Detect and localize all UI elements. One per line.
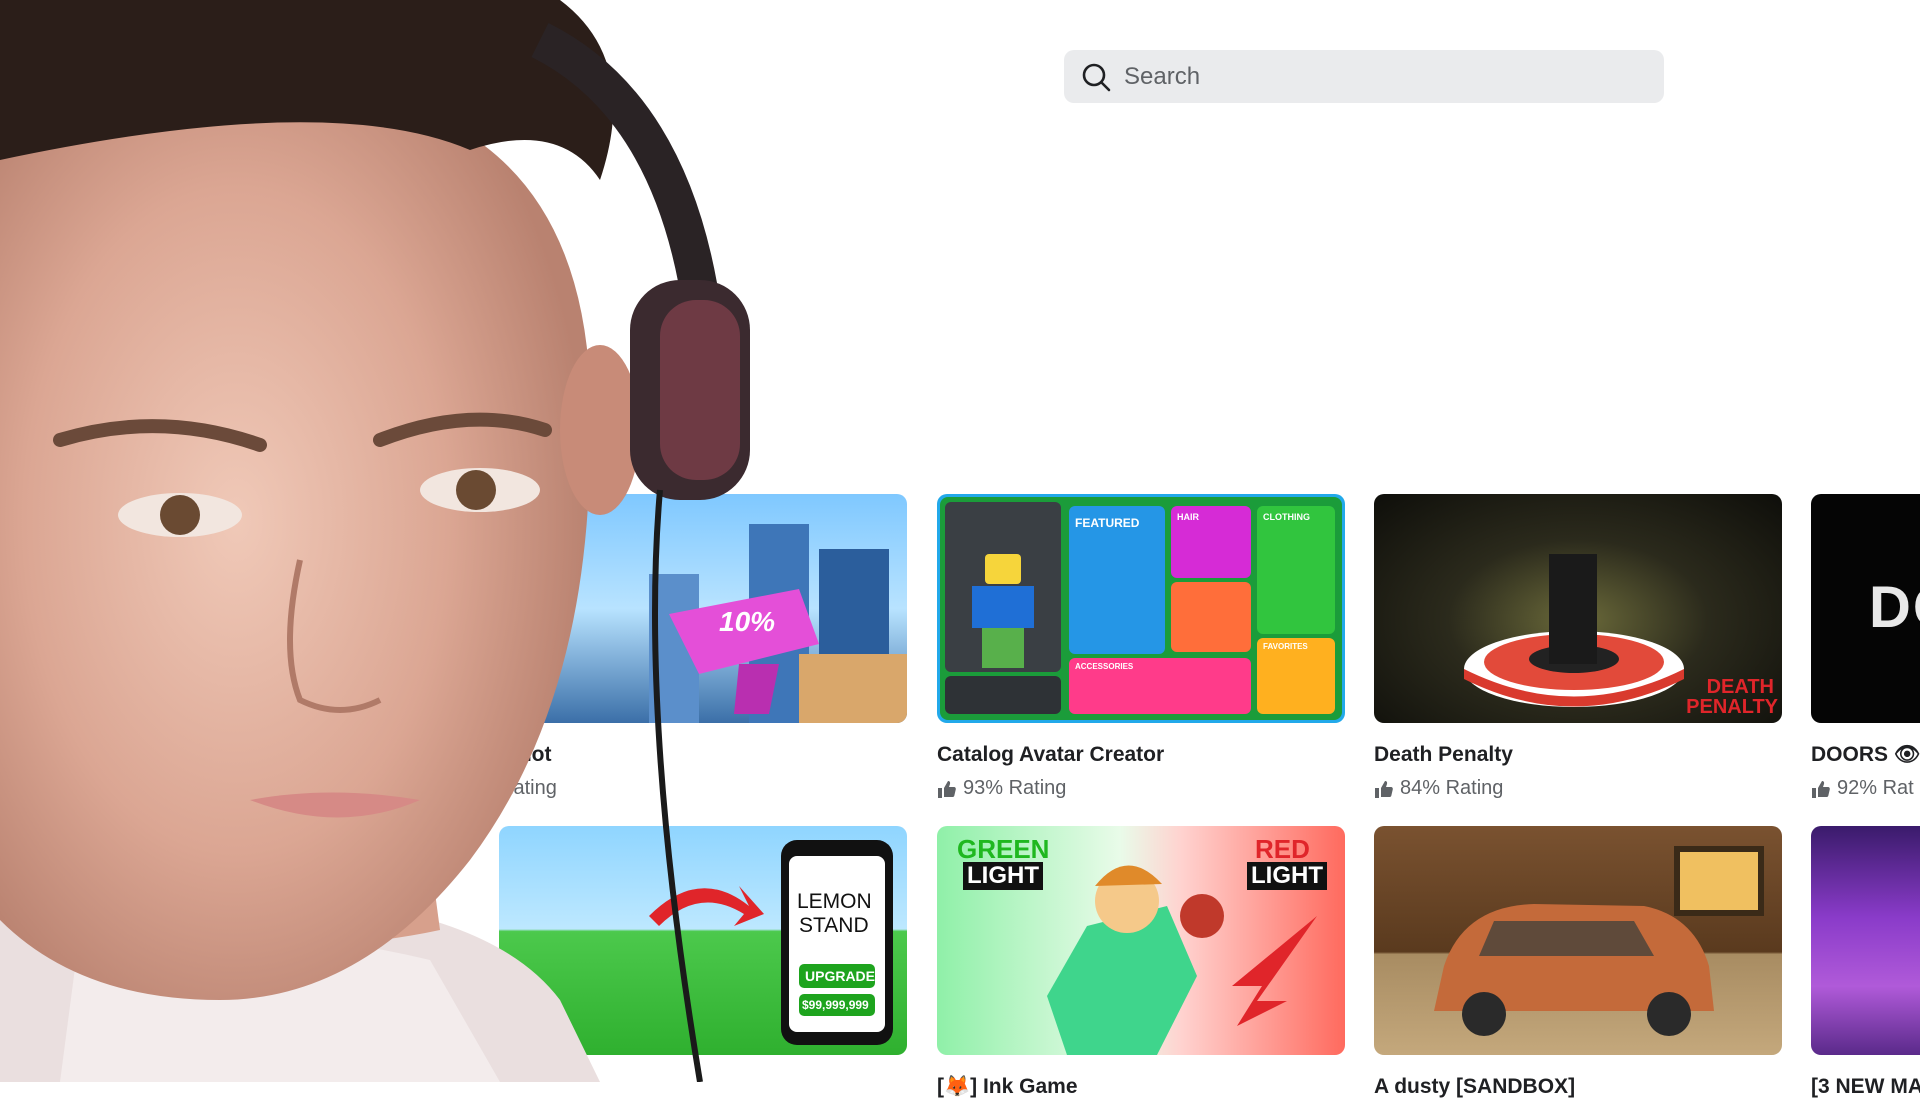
thumb-label: LEMON [797,890,872,913]
game-title[interactable]: rshot [499,743,907,767]
thumbs-up-icon [938,780,956,798]
game-card-doors[interactable]: DO DOORS 👁 92% Rat [1811,494,1920,800]
game-rating: 84% Rating [1374,777,1782,800]
thumbs-up-icon [1812,780,1830,798]
game-title[interactable]: Death Penalty [1374,743,1782,767]
game-thumbnail[interactable]: LEMON STAND UPGRADE $99,999,999 [499,826,907,1055]
game-thumbnail[interactable]: 10% [499,494,907,723]
thumb-label: ACCESSORIES [1075,662,1134,671]
game-rating: Rating [499,777,557,799]
game-card-death-penalty[interactable]: DEATH PENALTY Death Penalty 84% Rating [1374,494,1782,800]
thumb-label: DO [1869,575,1920,640]
thumb-label: UPGRADE [805,968,876,984]
game-thumbnail[interactable]: DO [1811,494,1920,723]
rivals-badge: 10% [719,606,776,637]
thumb-label: LIGHT [963,862,1043,890]
game-card-ink-game[interactable]: GREEN LIGHT RED LIGHT [🦊] Ink Game [937,826,1345,1099]
thumb-label: HAIR [1177,512,1199,522]
thumb-label: $99,999,999 [802,998,869,1012]
thumb-label: GREEN [957,834,1050,864]
thumb-label: LIGHT [1247,862,1327,890]
game-title[interactable]: DOORS 👁 [1811,743,1920,767]
game-thumbnail[interactable] [1811,826,1920,1055]
game-card-lemon-stand[interactable]: LEMON STAND UPGRADE $99,999,999 [499,826,907,1055]
game-title[interactable]: [🦊] Ink Game [937,1075,1345,1099]
game-thumbnail[interactable]: GREEN LIGHT RED LIGHT [937,826,1345,1055]
game-rating: 93% Rating [937,777,1345,800]
game-thumbnail[interactable]: DEATH PENALTY [1374,494,1782,723]
game-title[interactable]: A dusty [SANDBOX] [1374,1075,1782,1099]
game-rating: 92% Rat [1811,777,1920,800]
game-card-catalog-avatar-creator[interactable]: FEATURED HAIR CLOTHING ACCESSORIES FAVOR… [937,494,1345,800]
thumb-label: FEATURED [1075,516,1140,530]
thumb-label: FAVORITES [1263,642,1308,651]
thumb-label: RED [1255,834,1310,864]
thumb-label: STAND [799,914,869,937]
game-thumbnail[interactable] [1374,826,1782,1055]
game-title[interactable]: Catalog Avatar Creator [937,743,1345,767]
game-title[interactable]: [3 NEW MA [1811,1075,1920,1099]
thumb-label: PENALTY [1686,696,1778,718]
game-card-a-dusty-sandbox[interactable]: A dusty [SANDBOX] [1374,826,1782,1099]
game-card-partial[interactable]: [3 NEW MA [1811,826,1920,1099]
game-thumbnail[interactable]: FEATURED HAIR CLOTHING ACCESSORIES FAVOR… [937,494,1345,723]
thumb-label: CLOTHING [1263,512,1310,522]
game-grid: 10% rshot Rating FEATURED HAIR CLOTHING … [0,0,1920,1098]
game-card-rivals[interactable]: 10% rshot Rating [499,494,907,800]
thumbs-up-icon [1375,780,1393,798]
